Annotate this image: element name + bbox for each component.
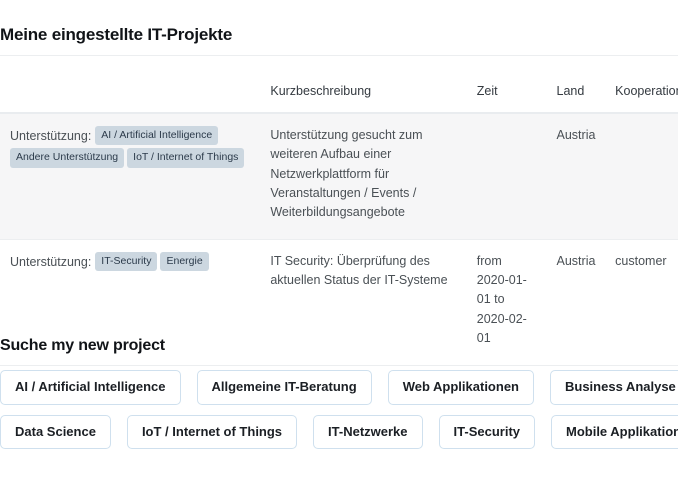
cell-kooperation [605,113,678,239]
column-header-kooperation: Kooperation [605,58,678,113]
page-viewport: Meine eingestellte IT-Projekte Kurzbesch… [0,0,678,503]
column-header-land: Land [547,58,606,113]
cell-zeit [467,113,547,239]
cell-kurzbeschreibung: Unterstützung gesucht zum weiteren Aufba… [260,113,466,239]
category-chip-it-beratung[interactable]: Allgemeine IT-Beratung [197,370,372,405]
category-chip-row: AI / Artificial Intelligence Allgemeine … [0,370,678,405]
cell-land: Austria [547,113,606,239]
category-chip-netzwerke[interactable]: IT-Netzwerke [313,415,422,450]
category-chip-data-science[interactable]: Data Science [0,415,111,450]
cell-kurzbeschreibung: IT Security: Überprüfung des aktuellen S… [260,239,466,365]
tag-badge[interactable]: IoT / Internet of Things [127,148,244,168]
it-projects-table: Kurzbeschreibung Zeit Land Kooperation A… [0,58,678,366]
column-header-zeit: Zeit [467,58,547,113]
table-row: Unterstützung: AI / Artificial Intelligen… [0,113,678,239]
search-section-title: Suche my new project [0,337,165,355]
cell-kategorie: Unterstützung: AI / Artificial Intelligen… [0,113,260,239]
table-header: Kurzbeschreibung Zeit Land Kooperation A… [0,58,678,113]
category-chip-area: AI / Artificial Intelligence Allgemeine … [0,370,678,459]
title-divider [0,55,678,56]
category-chip-business[interactable]: Business Analyse [550,370,678,405]
tag-badge[interactable]: Andere Unterstützung [10,148,124,168]
kategorie-label: Unterstützung: [10,255,91,269]
table-body: Unterstützung: AI / Artificial Intelligen… [0,113,678,365]
category-chip-iot[interactable]: IoT / Internet of Things [127,415,297,450]
tag-badge[interactable]: Energie [160,252,208,272]
cell-kooperation: customer [605,239,678,365]
page-title: Meine eingestellte IT-Projekte [0,25,232,45]
category-chip-it-security[interactable]: IT-Security [439,415,535,450]
category-chip-ai[interactable]: AI / Artificial Intelligence [0,370,181,405]
tag-badge[interactable]: IT-Security [95,252,157,272]
kategorie-label: Unterstützung: [10,129,91,143]
category-chip-web[interactable]: Web Applikationen [388,370,534,405]
column-header-kurzbeschreibung: Kurzbeschreibung [260,58,466,113]
category-chip-mobile[interactable]: Mobile Applikationen [551,415,678,450]
cell-zeit: from 2020-01-01 to 2020-02-01 [467,239,547,365]
tag-badge[interactable]: AI / Artificial Intelligence [95,126,218,146]
category-chip-row: Data Science IoT / Internet of Things IT… [0,415,678,450]
table-header-row: Kurzbeschreibung Zeit Land Kooperation A… [0,58,678,113]
cell-land: Austria [547,239,606,365]
column-header-kategorie [0,58,260,113]
